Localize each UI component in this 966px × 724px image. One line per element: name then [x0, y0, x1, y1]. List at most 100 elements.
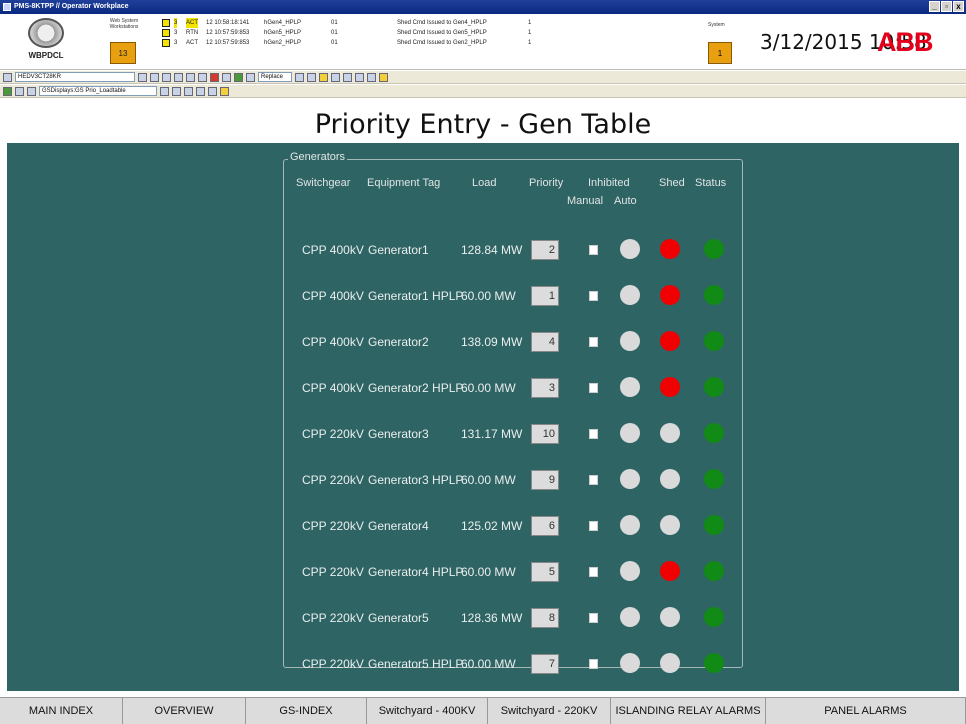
priority-input[interactable]: 9	[531, 470, 559, 490]
alarm-row[interactable]: 3 ACT 12 10:58:18:141 hGen4_HPLP 01 Shed Cmd …	[156, 18, 696, 28]
alarm-tag: hGen2_HPLP	[264, 40, 302, 46]
load-value: 60.00 MW	[461, 381, 516, 395]
nav-button[interactable]: GS-INDEX	[246, 698, 367, 724]
settings-icon[interactable]	[367, 72, 376, 82]
auto-inhibit-indicator	[620, 377, 640, 397]
column-priority: Priority	[529, 177, 564, 189]
generator-row: CPP 220kV Generator4 HPLP 60.00 MW 5	[284, 559, 744, 585]
page-icon[interactable]	[208, 86, 217, 96]
dropdown-icon[interactable]	[138, 72, 147, 82]
alarm-icon[interactable]	[210, 72, 219, 82]
window-controls: _ ▫ x	[929, 1, 964, 12]
manual-inhibit-checkbox[interactable]	[589, 613, 598, 623]
generator-row: CPP 400kV Generator2 HPLP 60.00 MW 3	[284, 375, 744, 401]
manual-inhibit-checkbox[interactable]	[589, 337, 598, 347]
alarm-ack-checkbox[interactable]	[162, 39, 170, 47]
priority-input[interactable]: 2	[531, 240, 559, 260]
forward-icon[interactable]	[162, 72, 171, 82]
dropdown-icon[interactable]	[295, 72, 304, 82]
back-icon[interactable]	[150, 72, 159, 82]
window-icon[interactable]	[307, 72, 316, 82]
manual-inhibit-checkbox[interactable]	[589, 567, 598, 577]
refresh-icon[interactable]	[196, 86, 205, 96]
alarm-tag: hGen4_HPLP	[264, 20, 302, 26]
layout-icon[interactable]	[174, 72, 183, 82]
workplace-icon[interactable]	[3, 72, 12, 82]
nav-button[interactable]: Switchyard - 220KV	[488, 698, 611, 724]
workplace-combo[interactable]: HEDV3CT28KR	[15, 72, 135, 82]
manual-inhibit-checkbox[interactable]	[589, 429, 598, 439]
generator-row: CPP 220kV Generator5 HPLP 60.00 MW 7	[284, 651, 744, 677]
list-icon[interactable]	[198, 72, 207, 82]
equipment-tag-value: Generator3 HPLP	[368, 473, 464, 487]
alarm-ack-checkbox[interactable]	[162, 29, 170, 37]
equipment-tag-value: Generator4 HPLP	[368, 565, 464, 579]
logo-text: WBPDCL	[28, 51, 64, 60]
back-arrow-icon[interactable]	[3, 86, 12, 96]
dropdown-icon[interactable]	[160, 86, 169, 96]
priority-input[interactable]: 10	[531, 424, 559, 444]
info-icon[interactable]	[343, 72, 352, 82]
manual-inhibit-checkbox[interactable]	[589, 475, 598, 485]
auto-inhibit-indicator	[620, 423, 640, 443]
switchgear-value: CPP 220kV	[302, 519, 364, 533]
replace-combo[interactable]: Replace	[258, 72, 292, 82]
folder-icon[interactable]	[379, 72, 388, 82]
manual-inhibit-checkbox[interactable]	[589, 383, 598, 393]
shed-indicator	[660, 423, 680, 443]
auto-inhibit-indicator	[620, 653, 640, 673]
column-shed: Shed	[659, 177, 685, 189]
manual-inhibit-checkbox[interactable]	[589, 245, 598, 255]
switchgear-value: CPP 220kV	[302, 565, 364, 579]
alarm-row[interactable]: 3 RTN 12 10:57:59:853 hGen5_HPLP 01 Shed Cmd …	[156, 28, 696, 38]
manual-inhibit-checkbox[interactable]	[589, 659, 598, 669]
generator-row: CPP 400kV Generator1 HPLP 60.00 MW 1	[284, 283, 744, 309]
forward-arrow-icon[interactable]	[15, 86, 24, 96]
priority-input[interactable]: 7	[531, 654, 559, 674]
alarm-row[interactable]: 3 ACT 12 10:57:59:853 hGen2_HPLP 01 Shed Cmd …	[156, 38, 696, 48]
manual-inhibit-checkbox[interactable]	[589, 291, 598, 301]
alarm-ack-checkbox[interactable]	[162, 19, 170, 27]
display-navigation-bar: MAIN INDEX OVERVIEW GS-INDEX Switchyard - 4…	[0, 697, 966, 724]
column-equipment-tag: Equipment Tag	[367, 177, 441, 189]
alarm-message: Shed Cmd Issued to Gen2_HPLP	[397, 40, 487, 46]
status-indicator	[704, 515, 724, 535]
help-icon[interactable]	[355, 72, 364, 82]
close-button[interactable]: x	[953, 1, 964, 12]
system-alarm-count[interactable]: 1	[708, 42, 732, 64]
display-path-combo[interactable]: GSDisplays:GS Prio_Loadtable	[39, 86, 157, 96]
priority-input[interactable]: 5	[531, 562, 559, 582]
equipment-tag-value: Generator2	[368, 335, 429, 349]
display-icon[interactable]	[27, 86, 36, 96]
auto-inhibit-indicator	[620, 469, 640, 489]
nav-button[interactable]: MAIN INDEX	[0, 698, 123, 724]
tools-icon[interactable]	[172, 86, 181, 96]
event-icon[interactable]	[234, 72, 243, 82]
favorite-icon[interactable]	[319, 72, 328, 82]
nav-button[interactable]: Switchyard - 400KV	[367, 698, 488, 724]
restore-button[interactable]: ▫	[941, 1, 952, 12]
nav-button[interactable]: OVERVIEW	[123, 698, 246, 724]
priority-input[interactable]: 8	[531, 608, 559, 628]
filter-icon[interactable]	[184, 86, 193, 96]
load-value: 128.84 MW	[461, 243, 523, 257]
priority-input[interactable]: 4	[531, 332, 559, 352]
priority-input[interactable]: 1	[531, 286, 559, 306]
minimize-button[interactable]: _	[929, 1, 940, 12]
nav-button[interactable]: ISLANDING RELAY ALARMS	[611, 698, 766, 724]
priority-input[interactable]: 6	[531, 516, 559, 536]
workstations-alarm-count[interactable]: 13	[110, 42, 136, 64]
generator-row: CPP 220kV Generator4 125.02 MW 6	[284, 513, 744, 539]
search-icon[interactable]	[186, 72, 195, 82]
load-value: 60.00 MW	[461, 657, 516, 671]
close-x-icon[interactable]	[246, 72, 255, 82]
shed-indicator	[660, 607, 680, 627]
priority-input[interactable]: 3	[531, 378, 559, 398]
lock-icon[interactable]	[220, 86, 229, 96]
alarm-state: ACT	[186, 18, 198, 28]
nav-button[interactable]: PANEL ALARMS	[766, 698, 966, 724]
manual-inhibit-checkbox[interactable]	[589, 521, 598, 531]
trend-icon[interactable]	[222, 72, 231, 82]
status-indicator	[704, 377, 724, 397]
print-icon[interactable]	[331, 72, 340, 82]
